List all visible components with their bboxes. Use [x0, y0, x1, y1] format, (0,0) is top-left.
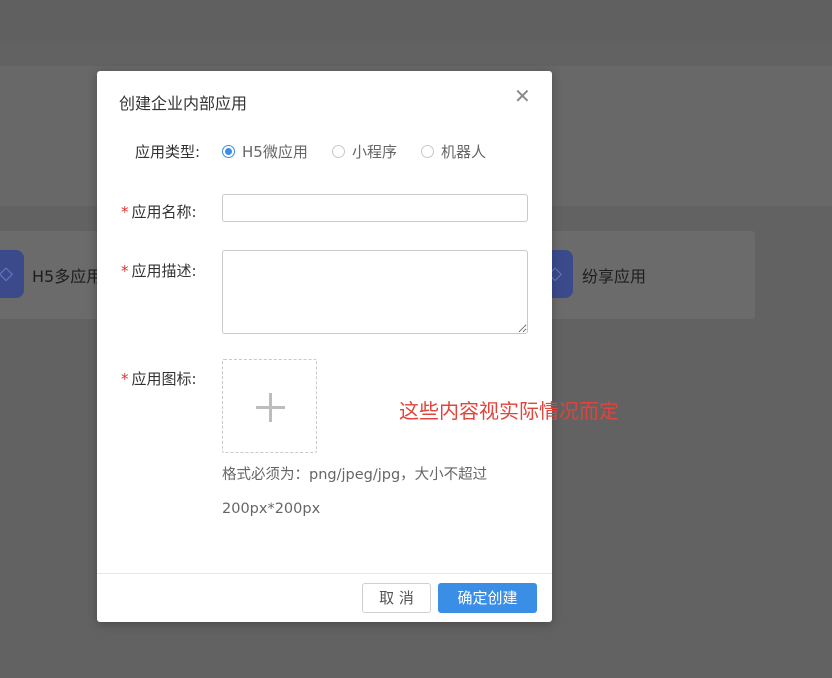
required-mark: *	[121, 262, 129, 280]
app-name-label-text: 应用名称:	[131, 203, 197, 221]
app-description-label-text: 应用描述:	[131, 262, 197, 280]
icon-upload-button[interactable]	[222, 359, 317, 453]
background-topbar	[0, 0, 832, 44]
radio-label: 小程序	[352, 143, 398, 161]
radio-checked-icon	[222, 145, 235, 158]
app-type-label: 应用类型:	[135, 143, 201, 161]
app-name-input[interactable]	[222, 194, 528, 222]
radio-unchecked-icon	[332, 145, 345, 158]
radio-unchecked-icon	[421, 145, 434, 158]
app-description-textarea[interactable]	[222, 250, 528, 334]
background-card-label: 纷享应用	[582, 267, 647, 286]
app-icon-label-text: 应用图标:	[131, 370, 197, 388]
radio-robot[interactable]: 机器人	[421, 141, 486, 162]
footer-divider	[97, 573, 552, 574]
close-icon[interactable]: ✕	[514, 86, 531, 106]
upload-hint-line1: 格式必须为：png/jpeg/jpg，大小不超过	[222, 467, 488, 483]
radio-mini-program[interactable]: 小程序	[332, 141, 397, 162]
dialog-title: 创建企业内部应用	[119, 94, 248, 113]
radio-label: 机器人	[441, 143, 487, 161]
app-description-label: * 应用描述:	[121, 260, 197, 281]
background-card-label: H5多应用	[32, 267, 103, 286]
background-card-share: ◇ 纷享应用	[520, 231, 755, 319]
app-icon-label: * 应用图标:	[121, 368, 197, 389]
diamond-tag-icon: ◇	[0, 250, 24, 298]
app-name-label: * 应用名称:	[121, 201, 197, 222]
required-mark: *	[121, 370, 129, 388]
confirm-create-button[interactable]: 确定创建	[438, 583, 537, 613]
required-mark: *	[121, 203, 129, 221]
radio-h5-app[interactable]: H5微应用	[222, 141, 308, 162]
create-app-dialog: 创建企业内部应用 ✕ 应用类型: H5微应用 小程序 机器人 * 应用名称: * 应…	[97, 71, 619, 622]
background-card-h5: ◇ H5多应用	[0, 231, 108, 319]
upload-hint-line2: 200px*200px	[222, 501, 321, 517]
annotation-text: 这些内容视实际情况而定	[399, 399, 619, 423]
radio-label: H5微应用	[242, 143, 308, 161]
cancel-button[interactable]: 取 消	[362, 583, 431, 613]
